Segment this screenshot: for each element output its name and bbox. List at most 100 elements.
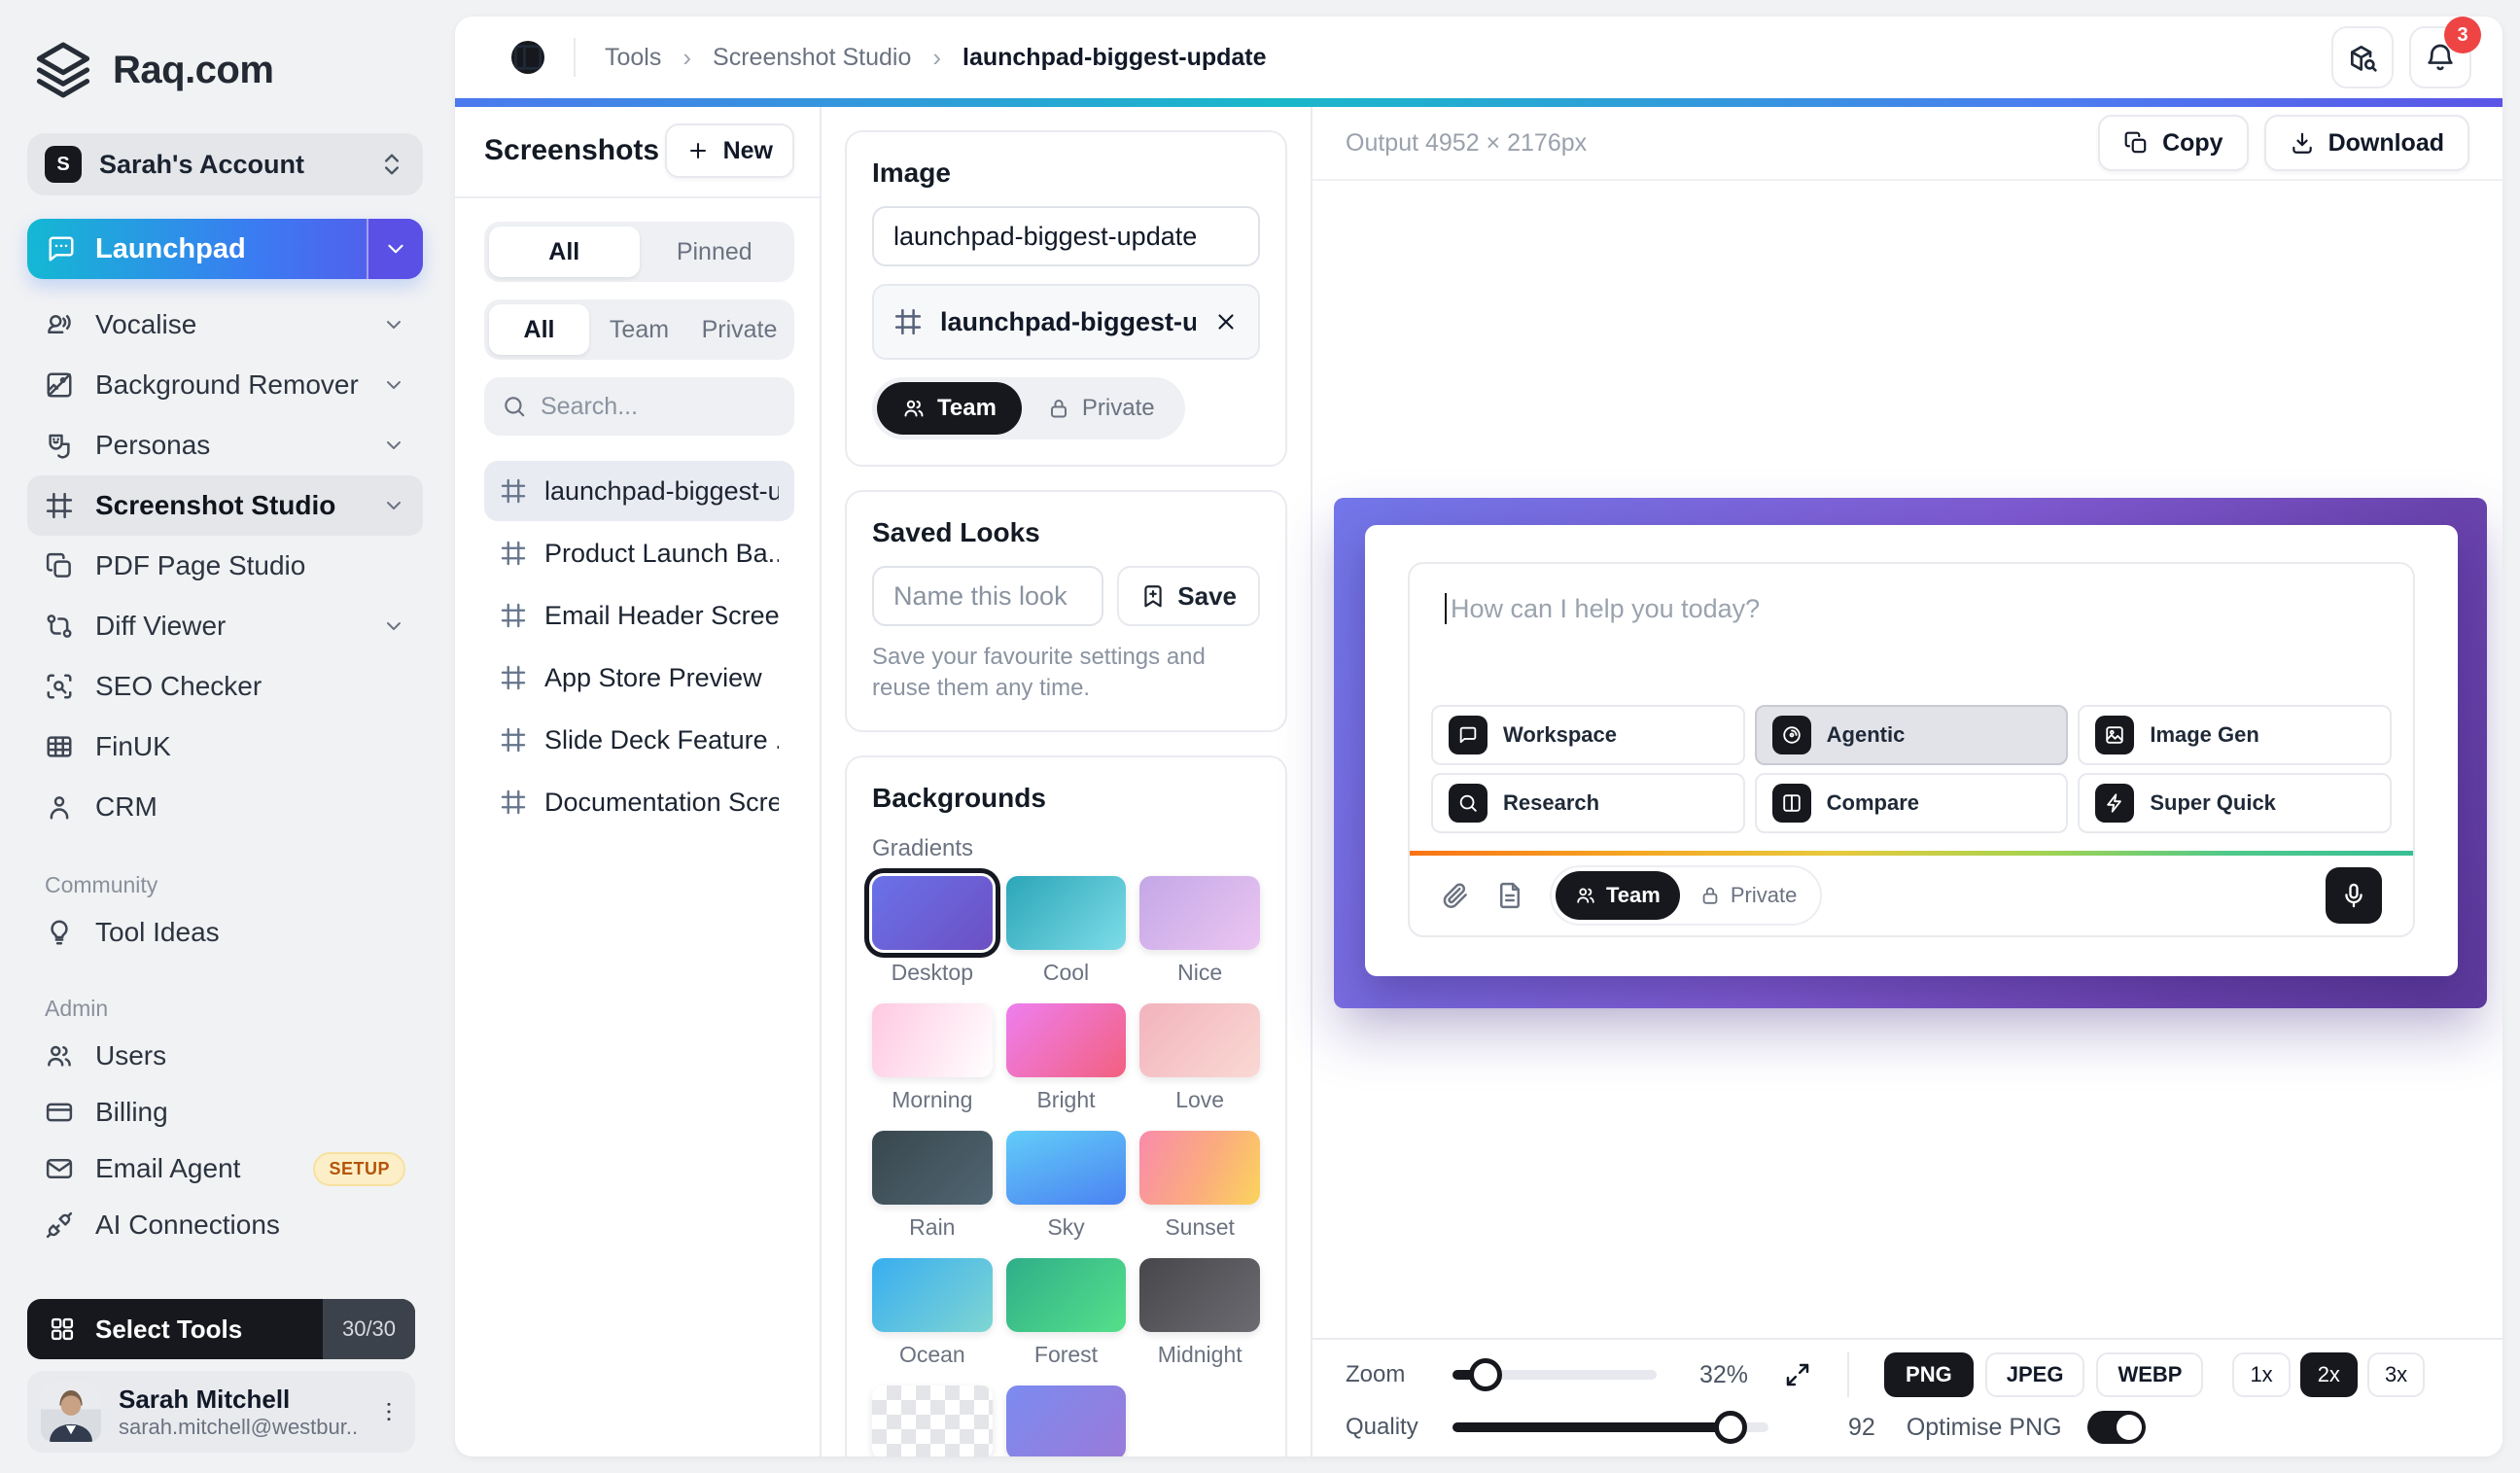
swatch-desktop[interactable]: Desktop bbox=[872, 876, 993, 996]
chip-research[interactable]: Research bbox=[1431, 773, 1745, 833]
notifications-button[interactable]: 3 bbox=[2409, 26, 2471, 88]
chip-workspace[interactable]: Workspace bbox=[1431, 705, 1745, 765]
plus-icon bbox=[686, 139, 710, 162]
sidebar-item-billing[interactable]: Billing bbox=[27, 1084, 423, 1140]
artboard-preview[interactable]: How can I help you today? Workspace Agen… bbox=[1334, 498, 2487, 1008]
sidebar-item-crm[interactable]: CRM bbox=[27, 777, 423, 837]
sidebar-item-personas[interactable]: Personas bbox=[27, 415, 423, 475]
divider bbox=[1847, 1352, 1849, 1397]
swatch-sky[interactable]: Sky bbox=[1006, 1131, 1127, 1250]
tab-all[interactable]: All bbox=[489, 227, 640, 277]
tab-private[interactable]: Private bbox=[689, 304, 789, 355]
sidebar-item-background-remover[interactable]: Background Remover bbox=[27, 355, 423, 415]
swatch-rain[interactable]: Rain bbox=[872, 1131, 993, 1250]
optimise-png-toggle[interactable] bbox=[2087, 1411, 2146, 1444]
chevron-down-icon bbox=[382, 313, 405, 336]
zoom-slider[interactable] bbox=[1452, 1370, 1657, 1380]
swatch-bright[interactable]: Bright bbox=[1006, 1003, 1127, 1123]
sidebar-item-launchpad[interactable]: Launchpad bbox=[27, 219, 423, 279]
swatch-label: Bright bbox=[1006, 1087, 1127, 1113]
tab-pinned[interactable]: Pinned bbox=[640, 227, 790, 277]
panel-toggle-icon[interactable] bbox=[511, 41, 544, 74]
swatch-morning[interactable]: Morning bbox=[872, 1003, 993, 1123]
package-search-button[interactable] bbox=[2331, 26, 2394, 88]
mic-button[interactable] bbox=[2326, 867, 2382, 924]
breadcrumb-screenshot-studio[interactable]: Screenshot Studio bbox=[713, 44, 911, 72]
swatch-preview bbox=[1006, 1385, 1127, 1456]
close-icon[interactable] bbox=[1213, 309, 1239, 334]
paperclip-icon[interactable] bbox=[1441, 881, 1470, 910]
chip-compare[interactable]: Compare bbox=[1755, 773, 2069, 833]
swatch-midnight[interactable]: Midnight bbox=[1139, 1258, 1260, 1378]
look-name-input[interactable] bbox=[872, 566, 1103, 626]
team-option[interactable]: Team bbox=[877, 382, 1022, 435]
output-size-label: Output 4952 × 2176px bbox=[1346, 129, 1587, 158]
search-field[interactable] bbox=[484, 377, 794, 436]
file-text-icon[interactable] bbox=[1495, 881, 1524, 910]
account-switcher[interactable]: S Sarah's Account bbox=[27, 133, 423, 195]
launchpad-expand[interactable] bbox=[367, 219, 423, 279]
sidebar-item-screenshot-studio[interactable]: Screenshot Studio bbox=[27, 475, 423, 536]
breadcrumb-tools[interactable]: Tools bbox=[605, 44, 661, 72]
swatch-nice[interactable]: Nice bbox=[1139, 876, 1260, 996]
prompt-placeholder[interactable]: How can I help you today? bbox=[1451, 594, 1760, 624]
private-option[interactable]: Private bbox=[1680, 871, 1816, 920]
list-item[interactable]: launchpad-biggest-u... bbox=[484, 461, 794, 521]
sidebar-item-vocalise[interactable]: Vocalise bbox=[27, 295, 423, 355]
user-card[interactable]: Sarah Mitchell sarah.mitchell@westbur... bbox=[27, 1371, 415, 1453]
swatch-forest[interactable]: Forest bbox=[1006, 1258, 1127, 1378]
chip-agentic[interactable]: Agentic bbox=[1755, 705, 2069, 765]
new-screenshot-button[interactable]: New bbox=[665, 123, 794, 178]
swatch-ocean[interactable]: Ocean bbox=[872, 1258, 993, 1378]
quality-slider[interactable] bbox=[1452, 1422, 1768, 1432]
format-jpeg[interactable]: JPEG bbox=[1985, 1352, 2085, 1397]
swatch-preview bbox=[1139, 1258, 1260, 1332]
sidebar-item-diff-viewer[interactable]: Diff Viewer bbox=[27, 596, 423, 656]
sidebar-item-ai-connections[interactable]: AI Connections bbox=[27, 1197, 423, 1253]
zoom-slider-thumb[interactable] bbox=[1469, 1358, 1502, 1391]
search-input[interactable] bbox=[541, 393, 777, 421]
ellipsis-vertical-icon[interactable] bbox=[376, 1399, 402, 1424]
scale-3x[interactable]: 3x bbox=[2367, 1352, 2425, 1397]
list-item[interactable]: Product Launch Ba... bbox=[484, 523, 794, 583]
tab-all[interactable]: All bbox=[489, 304, 589, 355]
format-webp[interactable]: WEBP bbox=[2096, 1352, 2203, 1397]
list-item[interactable]: Email Header Scree... bbox=[484, 585, 794, 646]
select-tools-button[interactable]: Select Tools 30/30 bbox=[27, 1299, 415, 1359]
swatch-love[interactable]: Love bbox=[1139, 1003, 1260, 1123]
swatch-label: Morning bbox=[872, 1087, 993, 1113]
list-item[interactable]: Slide Deck Feature ... bbox=[484, 710, 794, 770]
chip-super-quick[interactable]: Super Quick bbox=[2078, 773, 2392, 833]
team-option[interactable]: Team bbox=[1556, 871, 1680, 920]
private-label: Private bbox=[1731, 883, 1797, 908]
sidebar-item-users[interactable]: Users bbox=[27, 1028, 423, 1084]
download-icon bbox=[2290, 130, 2315, 156]
frame-icon bbox=[500, 477, 527, 505]
swatch-cool[interactable]: Cool bbox=[1006, 876, 1127, 996]
sidebar-item-email-agent[interactable]: Email Agent SETUP bbox=[27, 1140, 423, 1197]
swatch-preview bbox=[1006, 1258, 1127, 1332]
scale-1x[interactable]: 1x bbox=[2232, 1352, 2290, 1397]
chip-image-gen[interactable]: Image Gen bbox=[2078, 705, 2392, 765]
quality-slider-thumb[interactable] bbox=[1714, 1411, 1747, 1444]
sidebar-item-tool-ideas[interactable]: Tool Ideas bbox=[27, 904, 423, 961]
breadcrumb-current: launchpad-biggest-update bbox=[962, 44, 1267, 72]
tab-team[interactable]: Team bbox=[589, 304, 689, 355]
sidebar-item-pdf-page-studio[interactable]: PDF Page Studio bbox=[27, 536, 423, 596]
frame-icon bbox=[45, 491, 74, 520]
download-button[interactable]: Download bbox=[2264, 115, 2469, 171]
list-item[interactable]: Documentation Scree... bbox=[484, 772, 794, 832]
swatch-none[interactable]: None bbox=[872, 1385, 993, 1456]
swatch-sunset[interactable]: Sunset bbox=[1139, 1131, 1260, 1250]
scale-2x[interactable]: 2x bbox=[2300, 1352, 2358, 1397]
sidebar-item-seo-checker[interactable]: SEO Checker bbox=[27, 656, 423, 717]
image-name-input[interactable] bbox=[872, 206, 1260, 266]
copy-button[interactable]: Copy bbox=[2098, 115, 2249, 171]
swatch-custom[interactable]: Custom bbox=[1006, 1385, 1127, 1456]
list-item[interactable]: App Store Preview bbox=[484, 648, 794, 708]
format-png[interactable]: PNG bbox=[1884, 1352, 1974, 1397]
sidebar-item-finuk[interactable]: FinUK bbox=[27, 717, 423, 777]
private-option[interactable]: Private bbox=[1022, 382, 1180, 435]
save-look-button[interactable]: Save bbox=[1117, 566, 1260, 626]
expand-icon[interactable] bbox=[1783, 1360, 1812, 1389]
